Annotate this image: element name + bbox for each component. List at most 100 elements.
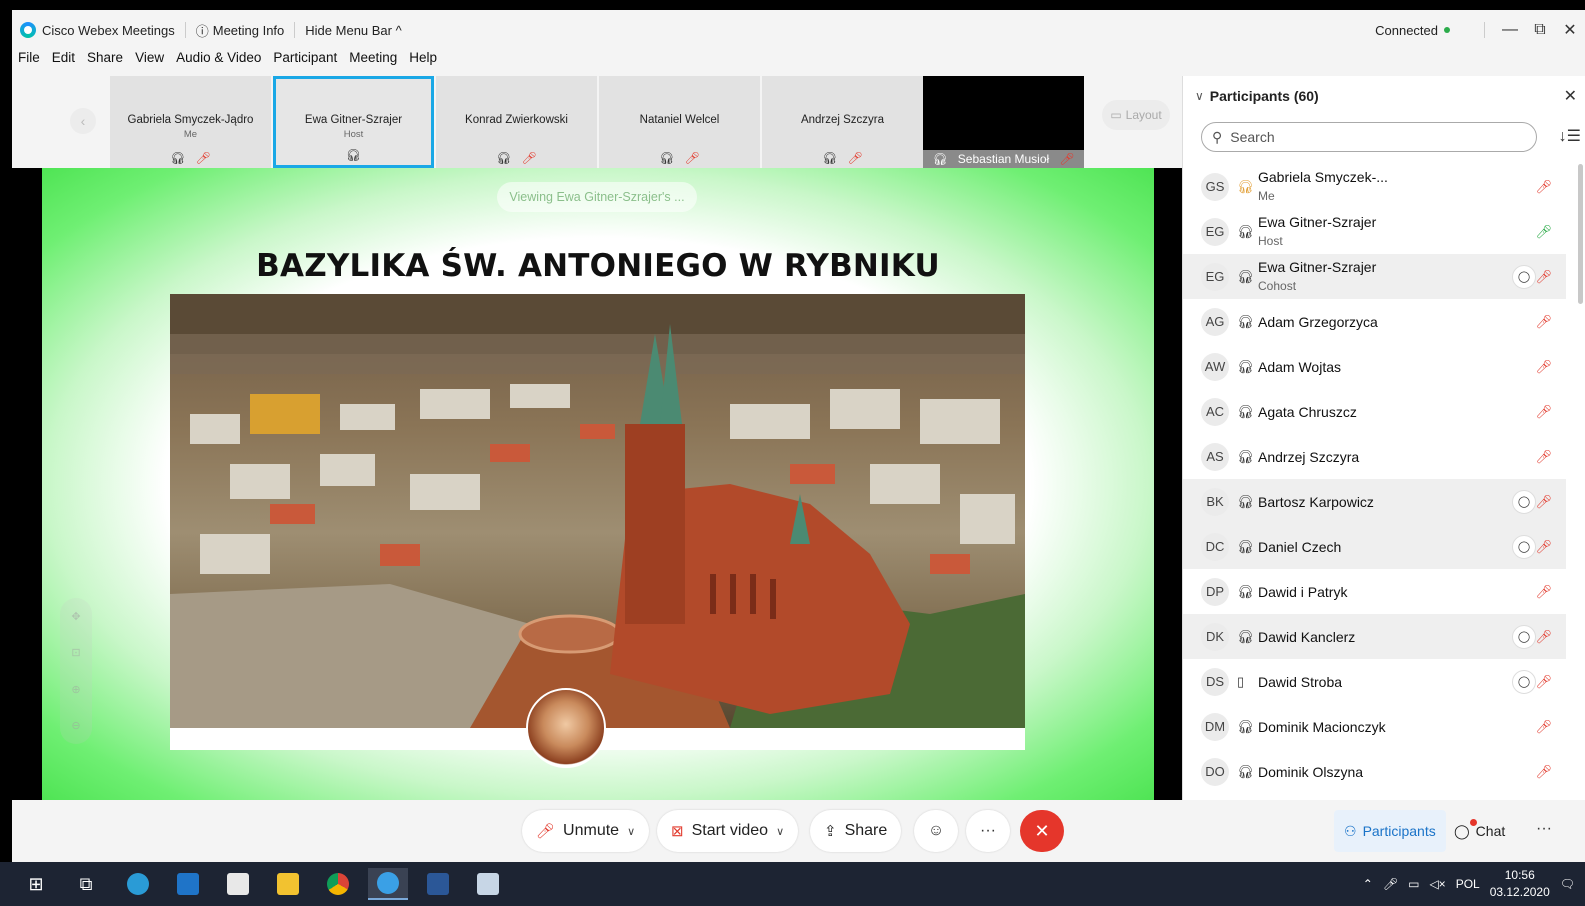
participant-row[interactable]: DO 🎧︎ Dominik Olszyna 🎤︎ — [1183, 749, 1566, 794]
participant-row[interactable]: DS ▯ Dawid Stroba ◯ 🎤︎ — [1183, 659, 1566, 704]
thumbnail-name: Sebastian Musioł — [957, 152, 1050, 166]
thumbnail[interactable]: Andrzej Szczyra 🎧︎ 🎤︎ — [762, 76, 923, 168]
chevron-down-icon[interactable]: ∨ — [627, 825, 635, 838]
zoom-in-icon[interactable]: ⊕ — [71, 683, 80, 696]
participant-search-input[interactable]: ⚲ Search — [1201, 122, 1537, 152]
participant-row[interactable]: DC 🎧︎ Daniel Czech ◯ 🎤︎ — [1183, 524, 1566, 569]
participant-row[interactable]: BK 🎧︎ Bartosz Karpowicz ◯ 🎤︎ — [1183, 479, 1566, 524]
participant-row[interactable]: AG 🎧︎ Adam Grzegorzyca 🎤︎ — [1183, 299, 1566, 344]
thumbnails-prev-button[interactable]: ‹ — [70, 108, 96, 134]
chevron-down-icon[interactable]: ∨ — [776, 825, 784, 838]
mic-muted-icon[interactable]: 🎤︎ — [1535, 674, 1552, 690]
task-view-button[interactable]: ⧉ — [66, 868, 106, 900]
participant-row[interactable]: DK 🎧︎ Dawid Kanclerz ◯ 🎤︎ — [1183, 614, 1566, 659]
notifications-icon[interactable]: 🗨︎ — [1560, 877, 1575, 891]
mic-muted-icon[interactable]: 🎤︎ — [1535, 404, 1552, 420]
mic-muted-icon[interactable]: 🎤︎ — [1535, 539, 1552, 555]
panel-more-button[interactable]: ··· — [1536, 820, 1552, 838]
chat-bubble-icon[interactable]: ◯ — [1512, 624, 1536, 649]
chevron-up-icon[interactable]: ⌃ — [1363, 877, 1373, 891]
menu-meeting[interactable]: Meeting — [349, 50, 397, 72]
mic-muted-icon[interactable]: 🎤︎ — [1535, 359, 1552, 375]
taskbar-paint[interactable] — [468, 868, 508, 900]
chat-bubble-icon[interactable]: ◯ — [1512, 489, 1536, 514]
taskbar-mail[interactable] — [168, 868, 208, 900]
mic-muted-icon[interactable]: 🎤︎ — [1535, 764, 1552, 780]
volume-muted-icon[interactable]: ◁× — [1429, 877, 1445, 891]
participant-row[interactable]: EG 🎧︎ Ewa Gitner-Szrajer Host 🎤︎ — [1183, 209, 1566, 254]
chat-toggle-button[interactable]: ◯ Chat — [1454, 810, 1505, 852]
menu-view[interactable]: View — [135, 50, 164, 72]
mic-muted-icon[interactable]: 🎤︎ — [1535, 269, 1552, 285]
meeting-info-button[interactable]: ⓘ Meeting Info — [196, 21, 285, 40]
battery-icon[interactable]: ▭ — [1408, 877, 1419, 891]
participant-row[interactable]: AS 🎧︎ Andrzej Szczyra 🎤︎ — [1183, 434, 1566, 479]
viewing-share-badge[interactable]: Viewing Ewa Gitner-Szrajer's ... — [497, 182, 697, 212]
taskbar-word[interactable] — [418, 868, 458, 900]
unmute-button[interactable]: 🎤︎ Unmute ∨ — [522, 810, 650, 852]
taskbar-store[interactable] — [218, 868, 258, 900]
participant-row[interactable]: AW 🎧︎ Adam Wojtas 🎤︎ — [1183, 344, 1566, 389]
menu-help[interactable]: Help — [409, 50, 437, 72]
minimize-button[interactable]: — — [1495, 21, 1525, 39]
chevron-down-icon[interactable]: ∨ — [1195, 89, 1204, 103]
layout-button[interactable]: ▭ Layout — [1102, 100, 1170, 130]
sort-icon[interactable]: ↓☰ — [1559, 126, 1581, 146]
thumbnail-active-speaker[interactable]: Ewa Gitner-Szrajer Host 🎧︎ — [273, 76, 434, 168]
participant-row[interactable]: GS 🎧︎ Gabriela Smyczek-... Me 🎤︎ — [1183, 164, 1566, 209]
close-window-button[interactable]: ✕ — [1555, 20, 1585, 40]
participant-list-scrollbar[interactable] — [1578, 164, 1583, 304]
microphone-icon[interactable]: 🎤︎ — [1383, 877, 1398, 891]
thumbnail-video[interactable]: 🎧︎ Sebastian Musioł 🎤︎ — [923, 76, 1084, 168]
menu-file[interactable]: File — [18, 50, 40, 72]
thumbnail[interactable]: Konrad Zwierkowski 🎧︎ 🎤︎ — [436, 76, 597, 168]
menu-participant[interactable]: Participant — [273, 50, 337, 72]
hide-menu-bar-button[interactable]: Hide Menu Bar ^ — [305, 23, 401, 38]
participant-row[interactable]: AC 🎧︎ Agata Chruszcz 🎤︎ — [1183, 389, 1566, 434]
end-meeting-button[interactable]: ✕ — [1020, 810, 1064, 852]
participant-row[interactable]: DM 🎧︎ Dominik Macionczyk 🎤︎ — [1183, 704, 1566, 749]
mic-muted-icon[interactable]: 🎤︎ — [1535, 584, 1552, 600]
zoom-out-icon[interactable]: ⊖ — [71, 719, 80, 732]
mic-muted-icon[interactable]: 🎤︎ — [1535, 629, 1552, 645]
mic-muted-icon[interactable]: 🎤︎ — [1535, 719, 1552, 735]
clock-date: 03.12.2020 — [1489, 885, 1550, 899]
menu-audio-video[interactable]: Audio & Video — [176, 50, 261, 72]
chat-bubble-icon[interactable]: ◯ — [1512, 264, 1536, 289]
thumbnail[interactable]: Gabriela Smyczek-Jądro Me 🎧︎ 🎤︎ — [110, 76, 271, 168]
share-label: Share — [844, 822, 888, 839]
close-icon[interactable]: ✕ — [1564, 86, 1577, 106]
taskbar-chrome[interactable] — [318, 868, 358, 900]
menu-share[interactable]: Share — [87, 50, 123, 72]
mic-active-icon[interactable]: 🎤︎ — [1535, 224, 1552, 240]
share-button[interactable]: ⇪ Share — [810, 810, 902, 852]
participant-role: Me — [1258, 189, 1275, 203]
reactions-button[interactable]: ☺ — [914, 810, 958, 852]
participant-row[interactable]: EG 🎧︎ Ewa Gitner-Szrajer Cohost ◯ 🎤︎ — [1183, 254, 1566, 299]
more-options-button[interactable]: ··· — [966, 810, 1010, 852]
language-indicator[interactable]: POL — [1456, 877, 1480, 891]
chat-bubble-icon[interactable]: ◯ — [1512, 669, 1536, 694]
participants-title: Participants (60) — [1209, 88, 1319, 104]
fit-icon[interactable]: ⊡ — [71, 646, 80, 659]
start-button[interactable]: ⊞ — [16, 868, 56, 900]
participants-toggle-button[interactable]: ⚇ Participants — [1334, 810, 1446, 852]
mic-muted-icon[interactable]: 🎤︎ — [1535, 449, 1552, 465]
taskbar-webex[interactable] — [368, 868, 408, 900]
participant-row[interactable]: DP 🎧︎ Dawid i Patryk 🎤︎ — [1183, 569, 1566, 614]
menu-edit[interactable]: Edit — [52, 50, 75, 72]
taskbar-edge[interactable] — [118, 868, 158, 900]
clock[interactable]: 10:56 03.12.2020 — [1490, 867, 1550, 901]
taskbar-explorer[interactable] — [268, 868, 308, 900]
chat-bubble-icon[interactable]: ◯ — [1512, 534, 1536, 559]
mic-muted-icon[interactable]: 🎤︎ — [1535, 314, 1552, 330]
mic-muted-icon[interactable]: 🎤︎ — [1535, 494, 1552, 510]
thumbnail[interactable]: Nataniel Welcel 🎧︎ 🎤︎ — [599, 76, 760, 168]
avatar: GS — [1201, 172, 1229, 201]
mic-muted-icon[interactable]: 🎤︎ — [1535, 179, 1552, 195]
start-video-button[interactable]: ⊠ Start video ∨ — [657, 810, 799, 852]
pan-icon[interactable]: ✥ — [71, 610, 80, 623]
restore-button[interactable]: ⧉ — [1525, 21, 1555, 39]
headset-icon: 🎧︎ — [345, 148, 362, 162]
layout-icon: ▭ — [1110, 108, 1122, 122]
